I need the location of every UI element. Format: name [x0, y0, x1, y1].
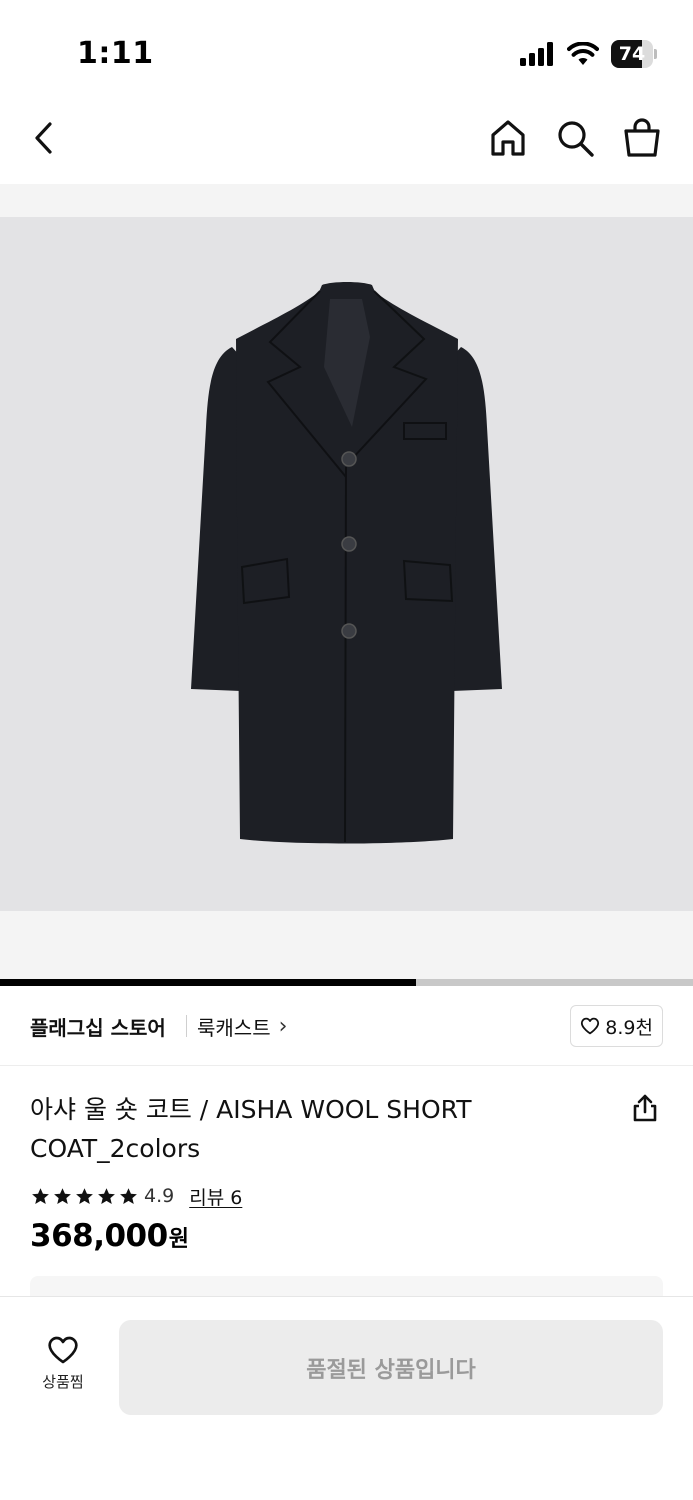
sold-out-button[interactable]: 품절된 상품입니다 — [119, 1320, 663, 1415]
brand-name: 룩캐스트 — [197, 1016, 271, 1040]
status-icons: 74 — [519, 40, 657, 68]
brand-like-button[interactable]: 8.9천 — [570, 1005, 663, 1047]
product-price: 368,000원 — [30, 1218, 189, 1254]
bottom-action-bar: 상품찜 품절된 상품입니다 — [0, 1296, 693, 1500]
gallery-progress-bar — [0, 979, 693, 986]
chevron-right-icon: › — [278, 1014, 288, 1039]
battery-tip — [654, 49, 657, 59]
status-time: 1:11 — [77, 36, 154, 71]
chevron-left-icon — [35, 122, 52, 154]
brand-like-count: 8.9천 — [605, 1016, 653, 1039]
search-button[interactable] — [553, 116, 597, 160]
heart-outline-icon — [48, 1336, 78, 1364]
share-icon — [633, 1094, 657, 1122]
cellular-signal-icon — [520, 42, 553, 66]
store-row: 플래그십 스토어 룩캐스트 › 8.9천 — [0, 986, 693, 1066]
gallery-progress-fill — [0, 979, 416, 986]
wishlist-label: 상품찜 — [42, 1373, 84, 1391]
price-amount: 368,000 — [30, 1218, 168, 1254]
cart-button[interactable] — [620, 116, 664, 160]
rating-value: 4.9 — [144, 1185, 175, 1207]
star-icon — [32, 1187, 49, 1204]
product-title: 아샤 울 숏 코트 / AISHA WOOL SHORT COAT_2color… — [30, 1095, 472, 1163]
star-icon — [120, 1187, 137, 1204]
star-icon — [98, 1187, 115, 1204]
product-image[interactable] — [0, 217, 693, 911]
price-unit: 원 — [168, 1227, 189, 1252]
home-icon — [491, 120, 525, 156]
back-button[interactable] — [22, 116, 66, 160]
star-icon — [54, 1187, 71, 1204]
shopping-bag-icon — [624, 118, 660, 157]
share-button[interactable] — [628, 1091, 662, 1125]
review-link[interactable]: 리뷰 6 — [189, 1183, 242, 1210]
battery-level: 74 — [618, 43, 646, 65]
rating-row: 4.9 리뷰 6 — [30, 1182, 242, 1210]
coat-image — [191, 282, 502, 844]
home-button[interactable] — [486, 116, 530, 160]
store-divider — [186, 1015, 187, 1037]
star-icon — [76, 1187, 93, 1204]
heart-outline-icon — [581, 1017, 600, 1035]
product-image-gallery[interactable] — [0, 184, 693, 980]
status-bar: 1:11 74 — [0, 0, 693, 100]
wifi-icon — [567, 42, 599, 65]
rating-stars — [30, 1186, 139, 1207]
store-label: 플래그십 스토어 — [30, 1016, 166, 1040]
battery-indicator: 74 — [611, 40, 657, 68]
brand-link[interactable]: 룩캐스트 › — [197, 1012, 287, 1041]
wishlist-button[interactable]: 상품찜 — [22, 1335, 104, 1405]
top-nav — [0, 100, 693, 184]
search-icon — [558, 121, 594, 157]
